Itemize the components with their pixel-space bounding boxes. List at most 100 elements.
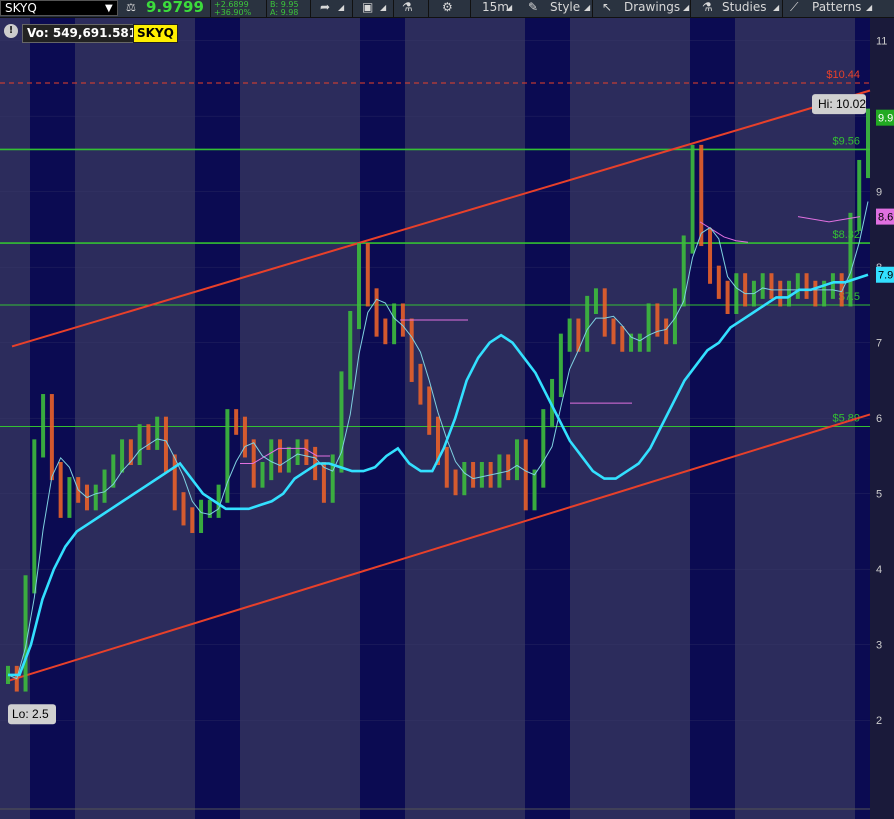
chevron-down-icon[interactable]: ◢ (380, 0, 386, 17)
chevron-down-icon[interactable]: ◢ (773, 0, 779, 17)
candle (743, 273, 748, 307)
candle (330, 454, 335, 503)
symbol-tag: SKYQ (133, 24, 178, 43)
candle (278, 439, 283, 473)
style-icon[interactable]: ✎ (528, 0, 538, 17)
flask-icon[interactable]: ⚗ (702, 0, 713, 17)
y-tick-label: 3 (876, 640, 882, 652)
candle (866, 108, 870, 179)
candle (506, 454, 511, 481)
lo-label: Lo: 2.5 (12, 707, 49, 721)
candle (304, 439, 309, 466)
candle (32, 439, 37, 594)
candle (365, 243, 370, 307)
candle (199, 499, 204, 533)
y-tick-label: 7 (876, 338, 882, 350)
patterns-icon[interactable]: ⟋ (790, 0, 798, 17)
drawings-menu[interactable]: Drawings (624, 0, 680, 17)
candle (453, 469, 458, 496)
candle (67, 477, 72, 518)
level-label: $9.56 (832, 135, 860, 147)
price-badge-label: 9.9 (878, 113, 893, 125)
chevron-down-icon[interactable]: ◢ (584, 0, 590, 17)
info-icon[interactable]: ! (4, 24, 18, 38)
chart-background (0, 18, 870, 819)
ask-price: A: 9.98 (270, 8, 299, 17)
candle (558, 333, 563, 398)
candle (58, 462, 63, 518)
price-badge-label: 7.9 (878, 270, 893, 282)
timeframe-button[interactable]: 15m (482, 0, 509, 17)
volume-label: Vo: 549,691.5819 (22, 24, 151, 43)
chevron-down-icon[interactable]: ◢ (683, 0, 689, 17)
candle (795, 273, 800, 299)
candle (646, 303, 651, 352)
candle (181, 492, 186, 526)
candle (207, 499, 212, 518)
chevron-down-icon[interactable]: ◢ (506, 0, 512, 17)
session-band (195, 18, 240, 819)
gear-icon[interactable]: ⚙ (442, 0, 453, 17)
candle (392, 303, 397, 345)
candle (611, 318, 616, 345)
candle (216, 484, 221, 518)
chevron-down-icon[interactable]: ◢ (866, 0, 872, 17)
y-tick-label: 9 (876, 187, 882, 199)
chevron-down-icon[interactable]: ▼ (105, 1, 113, 16)
session-band (360, 18, 405, 819)
candle (699, 144, 704, 247)
candle (813, 280, 818, 307)
candle (374, 288, 379, 337)
candle (234, 409, 239, 435)
share-icon[interactable]: ➦ (320, 0, 330, 17)
candle (620, 326, 625, 352)
flask-icon[interactable]: ⚗ (402, 0, 413, 17)
price-chart[interactable]: $10.44$9.56$8.32$7.5$5.89 2345678911 9.9… (0, 18, 894, 819)
candle (242, 416, 247, 458)
candle (690, 144, 695, 254)
candle (708, 227, 713, 284)
candle (585, 295, 590, 352)
candle (225, 409, 230, 503)
symbol-selector[interactable]: SKYQ ▼ (0, 0, 118, 16)
candle (541, 409, 546, 488)
studies-menu[interactable]: Studies (722, 0, 767, 17)
style-menu[interactable]: Style (550, 0, 580, 17)
candle (769, 273, 774, 299)
price-badge-label: 8.6 (878, 212, 893, 224)
candle (848, 212, 853, 307)
share-link-icon[interactable]: ⚖ (126, 0, 136, 17)
candle (497, 454, 502, 488)
candle (602, 288, 607, 337)
percent-change: +36.90% (214, 8, 252, 17)
session-bands (0, 18, 894, 819)
drawings-icon[interactable]: ↖ (602, 0, 612, 17)
candle (471, 462, 476, 488)
top-toolbar: SKYQ ▼ ⚖ 9.9799 +2.6899 +36.90% B: 9.95 … (0, 0, 894, 18)
candle (120, 439, 125, 473)
candle (260, 462, 265, 488)
y-tick-label: 5 (876, 489, 882, 501)
candle (49, 394, 54, 481)
candle (462, 462, 467, 496)
candle (357, 243, 362, 330)
candle (532, 469, 537, 511)
candle (760, 273, 765, 299)
candle (479, 462, 484, 488)
candle (41, 394, 46, 458)
symbol-input[interactable]: SKYQ (5, 1, 37, 16)
chevron-down-icon[interactable]: ◢ (338, 0, 344, 17)
patterns-menu[interactable]: Patterns (812, 0, 861, 17)
candle (444, 446, 449, 488)
candle (725, 280, 730, 314)
candle (427, 386, 432, 435)
last-price: 9.9799 (146, 0, 204, 16)
y-tick-label: 4 (876, 564, 882, 576)
candle (778, 280, 783, 307)
candle (190, 507, 195, 533)
candle (93, 484, 98, 511)
candle (409, 318, 414, 382)
calendar-icon[interactable]: ▣ (362, 0, 373, 17)
candle (804, 273, 809, 299)
candle (339, 371, 344, 473)
